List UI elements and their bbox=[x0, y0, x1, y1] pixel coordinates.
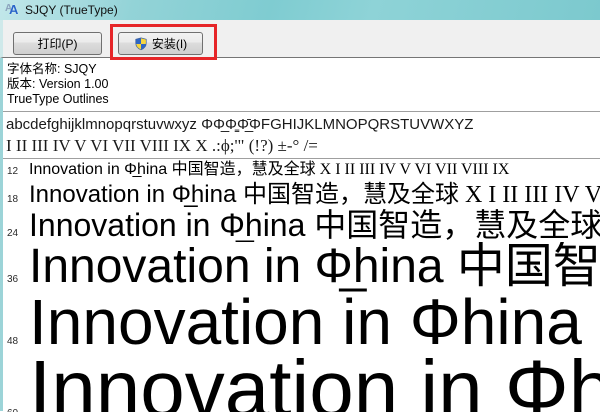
glyph-samples-panel: abcdefghijklmnopqrstuvwxyz ΦΦ̲Φ̳Φ̲̄ΦFGHI… bbox=[3, 112, 600, 159]
install-button[interactable]: 安装(I) bbox=[118, 32, 203, 55]
preview-text-cjk: 中国智造，慧及全球 bbox=[171, 161, 320, 178]
font-outline-line: TrueType Outlines bbox=[7, 92, 109, 106]
preview-text-numerals: X I II III IV V VI VII VIII IX bbox=[464, 182, 600, 208]
uac-shield-icon bbox=[135, 37, 147, 50]
font-size-label: 24 bbox=[7, 228, 19, 239]
preview-text-cjk: 中国智造，慧及全球 bbox=[314, 208, 600, 242]
font-info-panel: 字体名称: SJQY 版本: Version 1.00 TrueType Out… bbox=[3, 58, 600, 112]
titlebar: A A SJQY (TrueType) bbox=[0, 0, 600, 20]
font-preview-row: 12 Innovation in Φ̲hina 中国智造，慧及全球 X I II … bbox=[3, 159, 600, 181]
font-name-line: 字体名称: SJQY bbox=[7, 62, 97, 76]
font-size-label: 36 bbox=[7, 274, 19, 285]
install-button-label: 安装(I) bbox=[151, 37, 188, 51]
preview-text-latin: Innovation in Φ̲hina bbox=[29, 181, 243, 208]
glyph-sample-line-1: abcdefghijklmnopqrstuvwxyz ΦΦ̲Φ̳Φ̲̄ΦFGHI… bbox=[6, 116, 474, 133]
print-button-label: 打印(P) bbox=[37, 37, 78, 51]
preview-text-latin: Innovation in Φ̲hina bbox=[29, 352, 600, 412]
font-size-label: 12 bbox=[7, 166, 19, 177]
font-viewer-window: A A SJQY (TrueType) 打印(P) 安装(I) 字体名称: SJ… bbox=[0, 0, 600, 412]
toolbar: 打印(P) 安装(I) bbox=[0, 20, 600, 60]
font-size-label: 60 bbox=[3, 377, 29, 412]
font-preview-row: 18 Innovation in Φ̲hina 中国智造，慧及全球 X I II … bbox=[3, 181, 600, 208]
content-area: 字体名称: SJQY 版本: Version 1.00 TrueType Out… bbox=[0, 58, 600, 412]
font-preview-row: 60Innovation in Φ̲hina 中国智造，慧及全球 X I II … bbox=[3, 352, 600, 412]
preview-text-cjk: 中国智造，慧及全球 bbox=[456, 242, 600, 292]
preview-text-cjk: 中国智造，慧及全球 bbox=[242, 182, 465, 208]
font-viewer-icon: A A bbox=[5, 2, 19, 17]
window-title: SJQY (TrueType) bbox=[25, 3, 118, 17]
font-size-label: 18 bbox=[7, 194, 19, 205]
preview-text-latin: Innovation in Φ̲hina bbox=[29, 242, 457, 292]
preview-rows: 12 Innovation in Φ̲hina 中国智造，慧及全球 X I II … bbox=[3, 159, 600, 412]
font-preview-row: 48Innovation in Φ̲hina 中国智造，慧及全球 X I II … bbox=[3, 292, 600, 352]
font-size-label: 48 bbox=[7, 336, 19, 347]
font-preview-row: 36Innovation in Φ̲hina 中国智造，慧及全球 X I II … bbox=[3, 242, 600, 292]
preview-text-latin: Innovation in Φ̲hina bbox=[29, 208, 315, 242]
font-version-line: 版本: Version 1.00 bbox=[7, 77, 109, 91]
preview-text-numerals: X I II III IV V VI VII VIII IX bbox=[319, 161, 510, 178]
preview-text-latin: Innovation in Φ̲hina bbox=[29, 292, 600, 352]
glyph-sample-line-2: I II III IV V VI VII VIII IX X .:ϕ;'" (!… bbox=[6, 136, 318, 155]
preview-text-latin: Innovation in Φ̲hina bbox=[29, 161, 172, 178]
font-preview-row: 24Innovation in Φ̲hina 中国智造，慧及全球 X I II … bbox=[3, 208, 600, 242]
print-button[interactable]: 打印(P) bbox=[13, 32, 102, 55]
